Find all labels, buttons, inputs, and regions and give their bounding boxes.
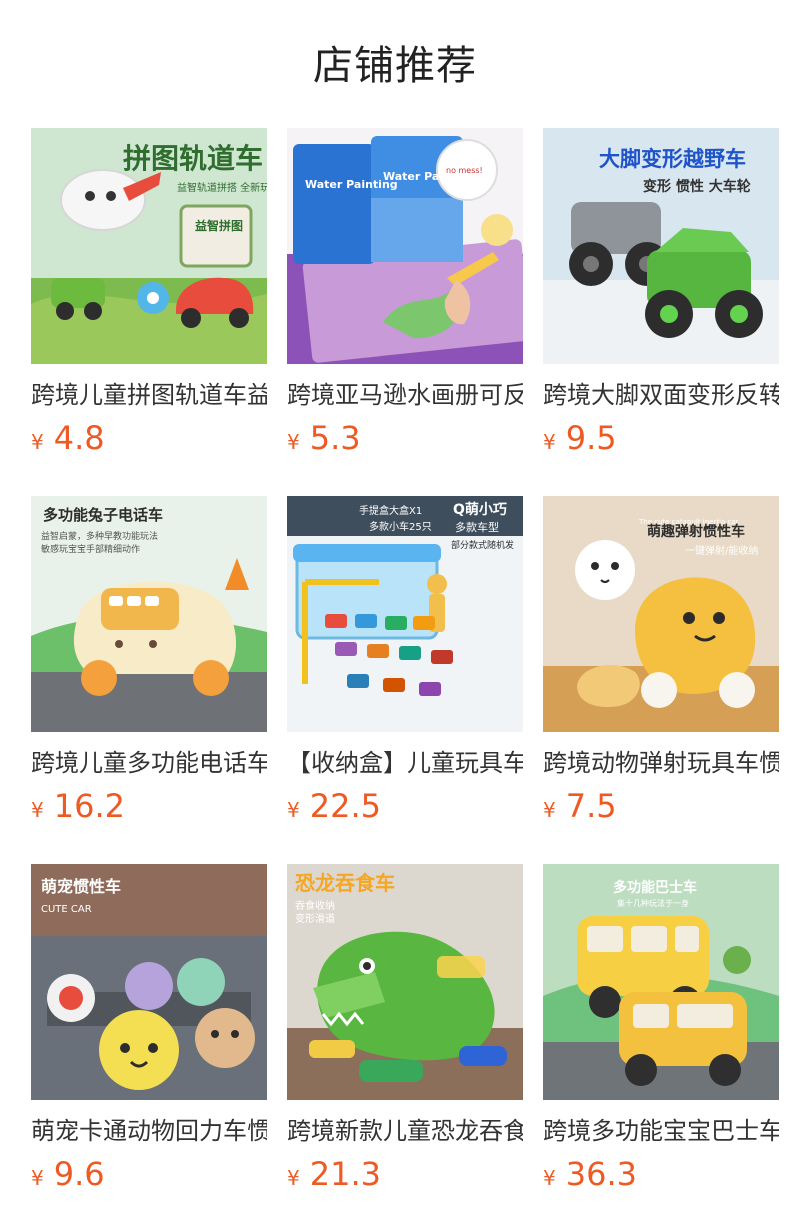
image-subline: 集十几种玩法于一身 — [617, 898, 689, 908]
image-tag-2: 多款小车25只 — [369, 520, 432, 533]
image-headline: 大脚变形越野车 — [599, 147, 746, 171]
product-title[interactable]: 【收纳盒】儿童玩具车合金 — [287, 746, 523, 780]
currency-symbol: ¥ — [543, 1166, 556, 1190]
price-value: 9.6 — [53, 1155, 105, 1193]
product-title[interactable]: 跨境新款儿童恐龙吞食车 — [287, 1114, 523, 1148]
product-card[interactable]: The cute catapult inertia car 萌趣弹射惯性车 一键… — [543, 496, 779, 864]
product-image[interactable]: Water Painting Water Painting no mess! — [287, 128, 523, 364]
product-grid: 拼图轨道车 益智轨道拼搭 全新玩法 益智拼图 跨境儿童拼图轨道车益智 ¥ 4.8 — [31, 128, 779, 1232]
product-title[interactable]: 跨境大脚双面变形反转越野 — [543, 378, 779, 412]
product-price: ¥ 9.5 — [543, 418, 779, 458]
image-badge: no mess! — [446, 166, 483, 175]
image-headline: 多功能兔子电话车 — [43, 506, 163, 524]
product-price: ¥ 7.5 — [543, 786, 779, 826]
section-title: 店铺推荐 — [313, 43, 477, 89]
price-value: 16.2 — [53, 787, 125, 825]
cute-animal-pullback-car-image: 萌宠惯性车 CUTE CAR — [31, 864, 267, 1100]
image-line-1: 益智启蒙，多种早教功能玩法 — [41, 530, 158, 542]
product-image[interactable]: 大脚变形越野车 变形 惯性 大车轮 — [543, 128, 779, 364]
image-subline-1: 吞食收纳 — [295, 899, 335, 912]
product-title[interactable]: 跨境儿童多功能电话车益智 — [31, 746, 267, 780]
price-value: 36.3 — [565, 1155, 637, 1193]
price-value: 9.5 — [565, 419, 617, 457]
image-headline: 多功能巴士车 — [613, 879, 697, 896]
product-price: ¥ 9.6 — [31, 1154, 267, 1194]
image-box-label: 益智拼图 — [195, 218, 243, 233]
water-painting-book-image: Water Painting Water Painting no mess! — [287, 128, 523, 364]
image-headline: 萌宠惯性车 — [41, 877, 121, 896]
product-card[interactable]: 拼图轨道车 益智轨道拼搭 全新玩法 益智拼图 跨境儿童拼图轨道车益智 ¥ 4.8 — [31, 128, 267, 496]
currency-symbol: ¥ — [287, 430, 300, 454]
image-headline: Q萌小巧 — [453, 501, 507, 518]
image-headline: 拼图轨道车 — [123, 142, 263, 175]
product-price: ¥ 4.8 — [31, 418, 267, 458]
product-card[interactable]: 手提盒大盒X1 多款小车25只 Q萌小巧 多款车型 部分款式随机发 【收纳盒】儿… — [287, 496, 523, 864]
storage-box-cars-image: 手提盒大盒X1 多款小车25只 Q萌小巧 多款车型 部分款式随机发 — [287, 496, 523, 732]
price-value: 5.3 — [309, 419, 361, 457]
product-image[interactable]: 多功能兔子电话车 益智启蒙，多种早教功能玩法 敏感玩宝宝手部精细动作 — [31, 496, 267, 732]
product-price: ¥ 16.2 — [31, 786, 267, 826]
price-value: 4.8 — [53, 419, 105, 457]
image-line-2: 敏感玩宝宝手部精细动作 — [41, 543, 140, 555]
product-card[interactable]: 多功能巴士车 集十几种玩法于一身 跨境多功能宝宝巴士车玩具 ¥ 36.3 — [543, 864, 779, 1232]
product-card[interactable]: 恐龙吞食车 吞食收纳 变形滑道 跨境新款儿童恐龙吞食车 ¥ 21.3 — [287, 864, 523, 1232]
product-price: ¥ 36.3 — [543, 1154, 779, 1194]
animal-catapult-car-image: The cute catapult inertia car 萌趣弹射惯性车 一键… — [543, 496, 779, 732]
bigfoot-transform-car-image: 大脚变形越野车 变形 惯性 大车轮 — [543, 128, 779, 364]
product-image[interactable]: 多功能巴士车 集十几种玩法于一身 — [543, 864, 779, 1100]
product-price: ¥ 21.3 — [287, 1154, 523, 1194]
currency-symbol: ¥ — [543, 430, 556, 454]
image-note: 部分款式随机发 — [451, 539, 514, 551]
product-title[interactable]: 跨境多功能宝宝巴士车玩具 — [543, 1114, 779, 1148]
product-image[interactable]: 拼图轨道车 益智轨道拼搭 全新玩法 益智拼图 — [31, 128, 267, 364]
product-price: ¥ 5.3 — [287, 418, 523, 458]
currency-symbol: ¥ — [31, 430, 44, 454]
image-headline: 萌趣弹射惯性车 — [647, 523, 745, 540]
image-tag-1: 手提盒大盒X1 — [359, 504, 422, 517]
currency-symbol: ¥ — [31, 1166, 44, 1190]
image-subline: 变形 惯性 大车轮 — [643, 178, 751, 195]
image-subline: 多款车型 — [455, 520, 499, 534]
product-image[interactable]: 恐龙吞食车 吞食收纳 变形滑道 — [287, 864, 523, 1100]
image-headline: 恐龙吞食车 — [295, 871, 395, 895]
product-title[interactable]: 跨境动物弹射玩具车惯性车 — [543, 746, 779, 780]
product-title[interactable]: 跨境儿童拼图轨道车益智 — [31, 378, 267, 412]
product-image[interactable]: 萌宠惯性车 CUTE CAR — [31, 864, 267, 1100]
image-subline: 一键弹射/能收纳 — [685, 544, 758, 557]
price-value: 21.3 — [309, 1155, 381, 1193]
product-card[interactable]: Water Painting Water Painting no mess! 跨… — [287, 128, 523, 496]
currency-symbol: ¥ — [287, 1166, 300, 1190]
price-value: 22.5 — [309, 787, 381, 825]
product-title[interactable]: 跨境亚马逊水画册可反复 — [287, 378, 523, 412]
currency-symbol: ¥ — [31, 798, 44, 822]
rabbit-phone-car-image: 多功能兔子电话车 益智启蒙，多种早教功能玩法 敏感玩宝宝手部精细动作 — [31, 496, 267, 732]
product-price: ¥ 22.5 — [287, 786, 523, 826]
multifunction-bus-image: 多功能巴士车 集十几种玩法于一身 — [543, 864, 779, 1100]
currency-symbol: ¥ — [287, 798, 300, 822]
currency-symbol: ¥ — [543, 798, 556, 822]
product-card[interactable]: 大脚变形越野车 变形 惯性 大车轮 跨境大脚双面变形反转越野 ¥ 9.5 — [543, 128, 779, 496]
shop-recommendation-page: 店铺推荐 拼图轨道车 益智轨道拼搭 全新玩 益智拼图 跨境儿童拼图轨道车益 ¥ … — [0, 0, 790, 1232]
image-subline-2: 变形滑道 — [295, 912, 335, 925]
price-value: 7.5 — [565, 787, 617, 825]
dinosaur-swallow-car-image: 恐龙吞食车 吞食收纳 变形滑道 — [287, 864, 523, 1100]
puzzle-track-car-image: 拼图轨道车 益智轨道拼搭 全新玩法 益智拼图 — [31, 128, 267, 364]
product-card[interactable]: 萌宠惯性车 CUTE CAR 萌宠卡通动物回力车惯性车 ¥ 9.6 — [31, 864, 267, 1232]
product-image[interactable]: The cute catapult inertia car 萌趣弹射惯性车 一键… — [543, 496, 779, 732]
product-image[interactable]: 手提盒大盒X1 多款小车25只 Q萌小巧 多款车型 部分款式随机发 — [287, 496, 523, 732]
product-title[interactable]: 萌宠卡通动物回力车惯性车 — [31, 1114, 267, 1148]
image-subline: CUTE CAR — [41, 904, 92, 915]
product-card[interactable]: 多功能兔子电话车 益智启蒙，多种早教功能玩法 敏感玩宝宝手部精细动作 跨境儿童多… — [31, 496, 267, 864]
image-subline: 益智轨道拼搭 全新玩法 — [177, 181, 267, 194]
